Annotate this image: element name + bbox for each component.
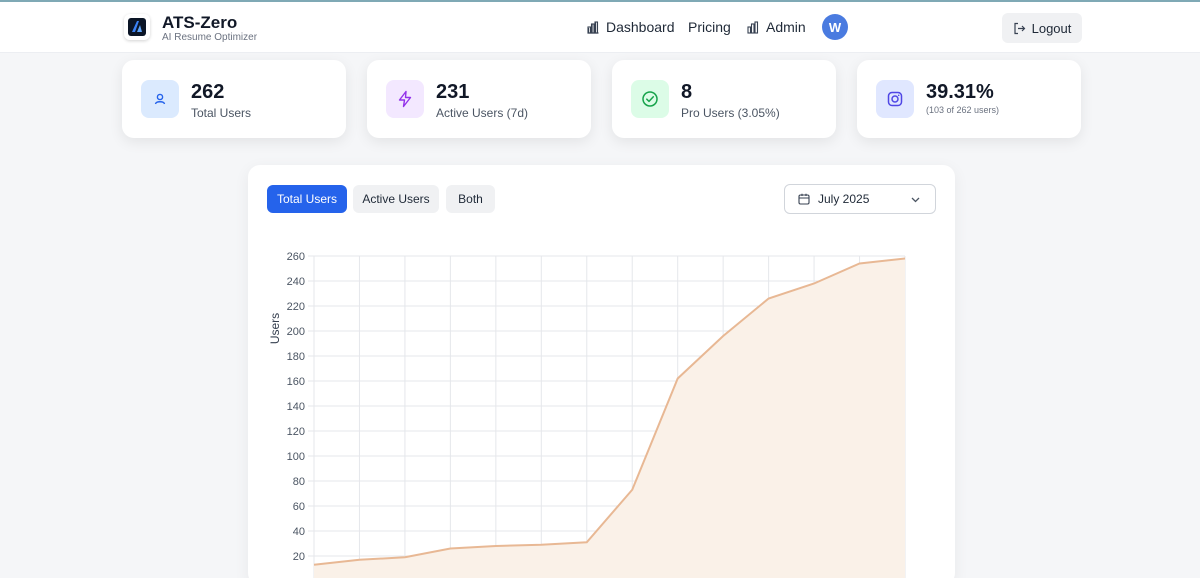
logout-icon [1014,22,1025,34]
y-axis-label: Users [268,313,282,344]
nav-pricing-label: Pricing [688,19,731,35]
stat-label: (103 of 262 users) [926,105,1000,115]
stat-value: 231 [436,81,470,103]
y-tick-label: 200 [287,326,305,338]
stat-card-active-users: 231 Active Users (7d) [367,60,591,138]
y-tick-label: 40 [293,526,305,538]
stat-value: 8 [681,81,693,103]
users-area-chart: 20 40 60 80 100 120 140 160 180 200 220 240 260 Users [268,251,906,578]
y-tick-label: 60 [293,501,305,513]
y-tick-label: 20 [293,551,305,563]
stat-value: 262 [191,81,225,103]
y-tick-label: 100 [287,451,305,463]
stat-label: Active Users (7d) [436,106,529,120]
nav-dashboard[interactable]: Dashboard [587,19,675,35]
stat-icon-container [631,80,669,118]
logo-icon [128,18,146,36]
stat-label: Pro Users (3.05%) [681,106,780,120]
y-tick-label: 140 [287,401,305,413]
users-chart-panel: Total Users Active Users Both July 2025 … [248,165,955,578]
brand-title: ATS-Zero [162,13,238,32]
y-tick-label: 220 [287,301,305,313]
logout-button[interactable]: Logout [1002,13,1082,43]
y-tick-label: 260 [287,251,305,263]
stat-card-pro-users: 8 Pro Users (3.05%) [612,60,836,138]
bar-chart-icon [587,20,599,34]
y-tick-label: 180 [287,351,305,363]
y-tick-label: 160 [287,376,305,388]
lightning-icon [398,90,412,108]
user-icon [154,93,166,105]
y-tick-label: 240 [287,276,305,288]
top-navbar: ATS-Zero AI Resume Optimizer Dashboard P… [0,2,1200,53]
stat-card-conversion: 39.31% (103 of 262 users) [857,60,1081,138]
nav-pricing[interactable]: Pricing [688,19,731,35]
stat-icon-container [141,80,179,118]
stat-icon-container [386,80,424,118]
instagram-icon [887,91,903,107]
user-avatar[interactable]: W [822,14,848,40]
stat-value: 39.31% [926,81,994,103]
check-circle-icon [642,91,658,107]
nav-dashboard-label: Dashboard [606,19,675,35]
y-tick-label: 120 [287,426,305,438]
stat-icon-container [876,80,914,118]
bar-chart-icon [747,20,759,34]
brand-subtitle: AI Resume Optimizer [162,32,258,43]
nav-admin[interactable]: Admin [747,19,806,35]
y-tick-label: 80 [293,476,305,488]
nav-admin-label: Admin [766,19,806,35]
stat-card-total-users: 262 Total Users [122,60,346,138]
logout-label: Logout [1031,20,1072,36]
stat-label: Total Users [191,106,252,120]
app-logo[interactable] [124,14,150,40]
